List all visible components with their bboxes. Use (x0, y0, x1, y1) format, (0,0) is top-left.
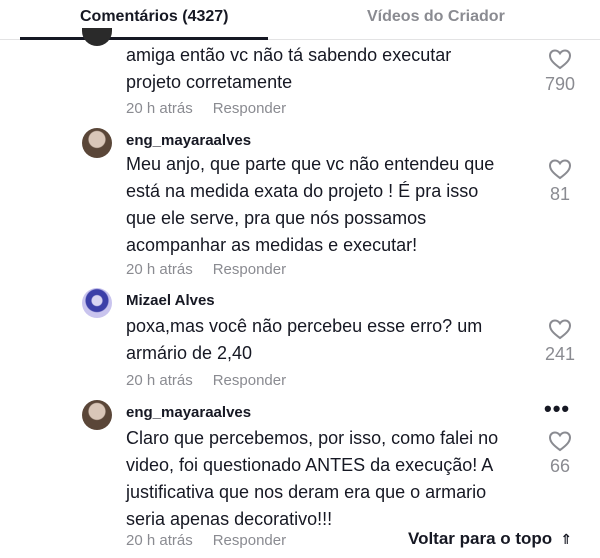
heart-icon (548, 49, 572, 70)
heart-icon (548, 319, 572, 340)
like-button[interactable]: 241 (535, 318, 585, 365)
comment-meta: 20 h atrás Responder (126, 100, 286, 117)
avatar[interactable] (82, 128, 112, 158)
like-count: 66 (549, 456, 571, 476)
like-button[interactable]: 66 (535, 430, 585, 477)
like-count: 241 (544, 344, 576, 364)
heart-icon (548, 159, 572, 180)
avatar[interactable] (82, 28, 112, 46)
reply-button[interactable]: Responder (213, 261, 286, 278)
comment-time: 20 h atrás (126, 261, 193, 278)
comment-meta: 20 h atrás Responder (126, 261, 286, 278)
back-to-top-label: Voltar para o topo (408, 529, 553, 548)
active-tab-indicator (20, 37, 268, 40)
like-button[interactable]: 790 (535, 48, 585, 95)
tab-comments[interactable]: Comentários (4327) (80, 8, 229, 26)
comment-time: 20 h atrás (126, 100, 193, 117)
comment-text: Claro que percebemos, por isso, como fal… (126, 428, 499, 529)
comment-time: 20 h atrás (126, 532, 193, 549)
reply-button[interactable]: Responder (213, 532, 286, 549)
comment-text: poxa,mas você não percebeu esse erro? um… (126, 316, 483, 363)
like-count: 790 (544, 74, 576, 94)
reply-button[interactable]: Responder (213, 372, 286, 389)
like-button[interactable]: 81 (535, 158, 585, 205)
comment-username[interactable]: eng_mayaraalves (126, 132, 251, 149)
avatar[interactable] (82, 400, 112, 430)
comment-meta: 20 h atrás Responder (126, 372, 286, 389)
reply-button[interactable]: Responder (213, 100, 286, 117)
heart-icon (548, 431, 572, 452)
comment-text: amiga então vc não tá sabendo executar p… (126, 45, 452, 92)
tab-creator-videos[interactable]: Vídeos do Criador (367, 8, 505, 26)
comment-username[interactable]: eng_mayaraalves (126, 404, 251, 421)
comment-username[interactable]: Mizael Alves (126, 292, 215, 309)
comment-text: Meu anjo, que parte que vc não entendeu … (126, 154, 495, 255)
more-options-icon[interactable]: ••• (544, 398, 570, 420)
comment-time: 20 h atrás (126, 372, 193, 389)
avatar[interactable] (82, 288, 112, 318)
back-to-top-button[interactable]: Voltar para o topo ⇑ (396, 524, 600, 558)
comment-meta: 20 h atrás Responder (126, 532, 286, 549)
like-count: 81 (549, 184, 571, 204)
double-chevron-up-icon: ⇑ (560, 531, 572, 547)
